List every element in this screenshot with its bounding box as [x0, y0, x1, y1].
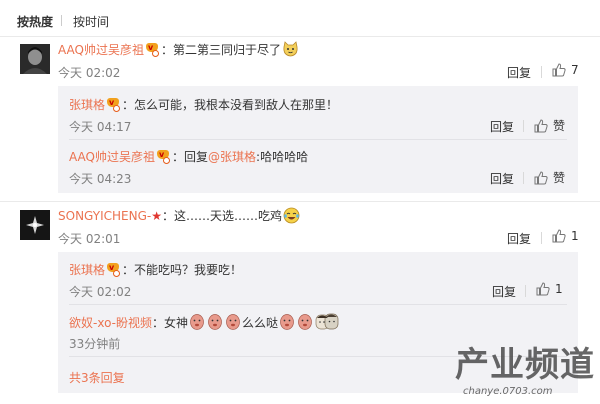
reply-list: 张琪格 v ：怎么可能，我根本没看到敌人在那里！ 今天 04:17 回复 赞 AAQ…: [58, 86, 578, 193]
reply-username[interactable]: AAQ帅过吴彦祖: [69, 150, 155, 164]
vip-badge-icon: v: [106, 263, 121, 277]
reply-divider: [69, 304, 567, 305]
action-divider: [525, 285, 526, 297]
action-divider: [523, 120, 524, 132]
thumbs-up-icon: [536, 282, 550, 296]
comment-divider: [0, 201, 600, 202]
vip-badge-icon: v: [145, 43, 160, 57]
like-button[interactable]: 1: [552, 229, 579, 243]
reply-time: 今天 04:17: [69, 120, 132, 134]
reply-button[interactable]: 回复: [490, 170, 514, 187]
reply-text-suffix: :哈哈哈哈: [256, 150, 309, 164]
avatar-image: [20, 210, 50, 240]
thumbs-up-icon: [552, 63, 566, 77]
divider: [0, 36, 600, 37]
reply-divider: [69, 139, 567, 140]
sort-bar: 按热度 按时间: [0, 0, 600, 36]
reply-button[interactable]: 回复: [507, 64, 531, 81]
reply-username[interactable]: 张琪格: [69, 98, 105, 112]
reply-text: ：怎么可能，我根本没看到敌人在那里！: [122, 98, 339, 112]
reply-time: 今天 04:23: [69, 172, 132, 186]
watermark-url: chanye.0703.com: [463, 386, 553, 397]
reply-text: ：不能吃吗？我要吃！: [122, 263, 243, 277]
like-button[interactable]: 赞: [534, 117, 565, 134]
view-all-replies-link[interactable]: 共3条回复: [69, 369, 125, 386]
comment-line: AAQ帅过吴彦祖 v ：第二第三同归于尽了: [58, 41, 300, 58]
reply-line: AAQ帅过吴彦祖 v ：回复@张琪格:哈哈哈哈: [69, 148, 308, 165]
reply-text: ：女神: [151, 316, 188, 330]
thumbs-up-icon: [552, 229, 566, 243]
sort-divider: [61, 15, 62, 26]
like-count: 1: [571, 229, 579, 243]
chubby-face-icon: [208, 314, 222, 330]
like-button[interactable]: 赞: [534, 169, 565, 186]
action-divider: [541, 232, 542, 244]
reply-username[interactable]: 欲奴-xo-盼视频: [69, 316, 152, 330]
sort-by-time-tab[interactable]: 按时间: [73, 13, 109, 30]
chubby-face-icon: [280, 314, 294, 330]
reply-button[interactable]: 回复: [490, 118, 514, 135]
mention-link[interactable]: @张琪格: [208, 150, 256, 164]
reply-button[interactable]: 回复: [507, 230, 531, 247]
reply-time: 今天 02:02: [69, 285, 132, 299]
comment-time: 今天 02:01: [58, 232, 121, 246]
avatar-image: [20, 44, 50, 74]
like-button[interactable]: 1: [536, 282, 563, 296]
avatar[interactable]: [20, 44, 50, 74]
comment-line: SONGYICHENG-★：这……天选……吃鸡: [58, 207, 301, 224]
like-count: 7: [571, 63, 579, 77]
cat-face-icon: [283, 41, 298, 57]
reply-text-prefix: ：回复: [172, 150, 209, 164]
comment-text: ：第二第三同归于尽了: [161, 43, 282, 57]
reply-button[interactable]: 回复: [492, 283, 516, 300]
comment-username[interactable]: SONGYICHENG-: [58, 209, 151, 223]
site-watermark: 产业频道 chanye.0703.com: [455, 345, 595, 403]
reply-username[interactable]: 张琪格: [69, 263, 105, 277]
thumbs-up-icon: [534, 119, 548, 133]
reply-line: 张琪格 v ：不能吃吗？我要吃！: [69, 261, 242, 278]
comment-time: 今天 02:02: [58, 66, 121, 80]
avatar[interactable]: [20, 210, 50, 240]
like-label: 赞: [553, 171, 566, 185]
action-divider: [541, 66, 542, 78]
laughing-face-icon: [283, 207, 300, 224]
reply-line: 欲奴-xo-盼视频：女神 么么哒: [69, 313, 340, 331]
vip-badge-icon: v: [156, 150, 171, 164]
watermark-title: 产业频道: [455, 345, 595, 385]
reply-time: 33分钟前: [69, 337, 121, 351]
two-faces-icon: [315, 313, 339, 330]
sort-by-heat-tab[interactable]: 按热度: [17, 13, 53, 30]
like-label: 赞: [553, 119, 566, 133]
action-divider: [523, 172, 524, 184]
thumbs-up-icon: [534, 171, 548, 185]
reply-text: 么么哒: [241, 316, 278, 330]
like-count: 1: [555, 282, 563, 296]
comment-text: ：这……天选……吃鸡: [161, 209, 282, 223]
vip-badge-icon: v: [106, 98, 121, 112]
like-button[interactable]: 7: [552, 63, 579, 77]
chubby-face-icon: [190, 314, 204, 330]
chubby-face-icon: [226, 314, 240, 330]
chubby-face-icon: [298, 314, 312, 330]
comment-username[interactable]: AAQ帅过吴彦祖: [58, 43, 144, 57]
star-icon: ★: [151, 209, 162, 223]
reply-line: 张琪格 v ：怎么可能，我根本没看到敌人在那里！: [69, 96, 338, 113]
